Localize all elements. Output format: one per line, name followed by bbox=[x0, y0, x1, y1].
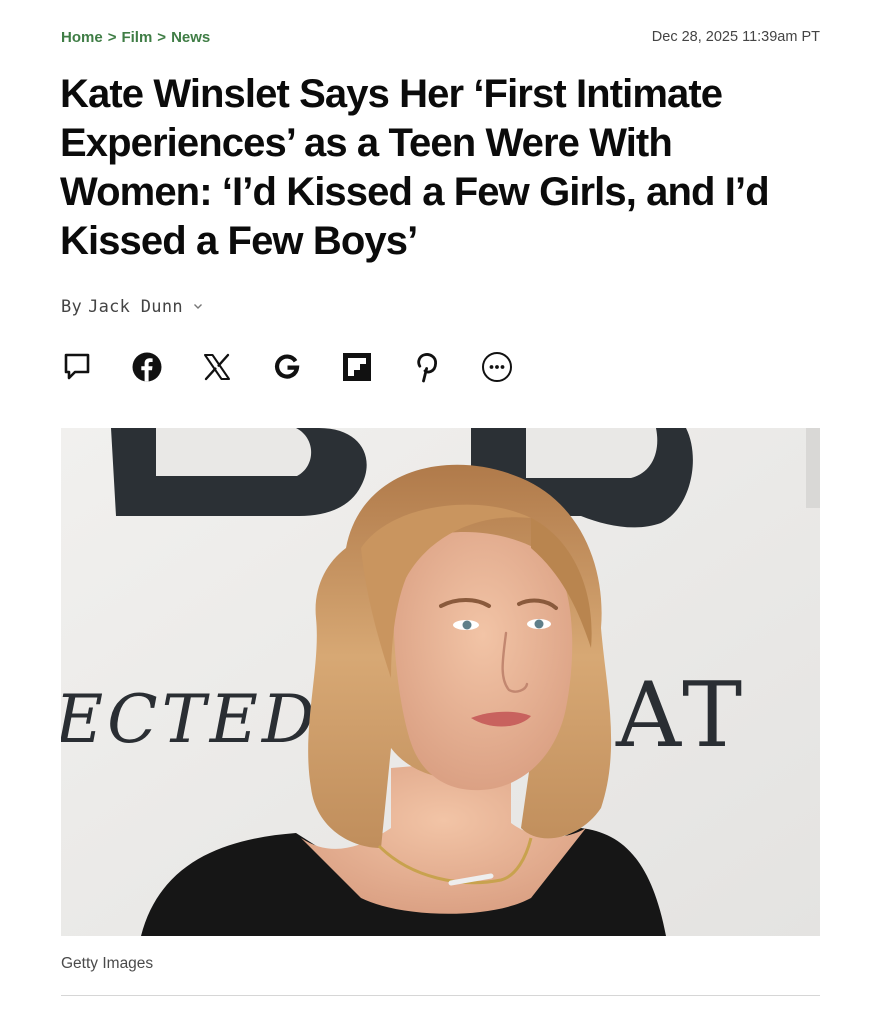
share-toolbar bbox=[60, 348, 550, 386]
backdrop-text-left: ECTED bbox=[61, 681, 319, 758]
comment-button[interactable] bbox=[60, 350, 94, 384]
facebook-icon bbox=[132, 352, 162, 382]
more-icon bbox=[482, 352, 512, 382]
divider bbox=[61, 995, 820, 996]
flipboard-share-button[interactable] bbox=[340, 350, 374, 384]
hero-photo: ECTED AT bbox=[61, 428, 820, 936]
breadcrumb-separator: > bbox=[157, 28, 167, 46]
breadcrumb-home-link[interactable]: Home bbox=[61, 29, 103, 46]
image-credit: Getty Images bbox=[61, 955, 154, 972]
breadcrumb-separator: > bbox=[107, 28, 117, 46]
more-share-button[interactable] bbox=[480, 350, 514, 384]
publish-date: Dec 28, 2025 11:39am PT bbox=[651, 29, 820, 45]
hero-image: ECTED AT bbox=[61, 428, 820, 936]
author-name[interactable]: Jack Dunn bbox=[88, 297, 183, 317]
article-header-bar: Home > Film > News Dec 28, 2025 11:39am … bbox=[61, 26, 820, 48]
comment-icon bbox=[64, 353, 90, 380]
breadcrumb: Home > Film > News bbox=[61, 29, 210, 46]
facebook-share-button[interactable] bbox=[130, 350, 164, 384]
pinterest-icon bbox=[417, 353, 437, 383]
x-icon bbox=[204, 353, 230, 381]
breadcrumb-film-link[interactable]: Film bbox=[121, 29, 152, 46]
byline-prefix: By bbox=[61, 297, 83, 317]
breadcrumb-news-link[interactable]: News bbox=[171, 29, 210, 46]
pinterest-share-button[interactable] bbox=[410, 350, 444, 384]
byline: By Jack Dunn bbox=[61, 294, 203, 320]
article-headline: Kate Winslet Says Her ‘First Intimate Ex… bbox=[60, 72, 770, 263]
backdrop-text-right: AT bbox=[615, 663, 748, 768]
google-icon bbox=[274, 354, 300, 379]
flipboard-icon bbox=[343, 353, 371, 381]
x-share-button[interactable] bbox=[200, 350, 234, 384]
google-share-button[interactable] bbox=[270, 350, 304, 384]
chevron-down-icon[interactable] bbox=[193, 302, 203, 313]
